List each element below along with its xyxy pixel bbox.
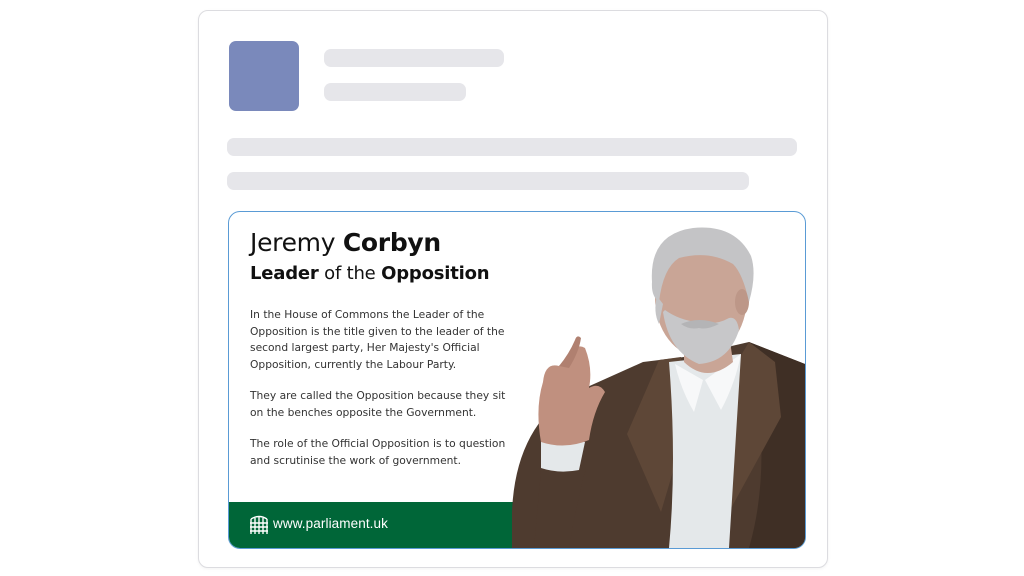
- person-name: Jeremy Corbyn: [250, 228, 441, 257]
- skeleton-text-line: [227, 172, 749, 190]
- description-paragraph: They are called the Opposition because t…: [250, 389, 506, 419]
- info-card: www.parliament.uk Jeremy Corbyn Leader o: [228, 211, 806, 549]
- avatar-placeholder: [229, 41, 299, 111]
- description: In the House of Commons the Leader of th…: [250, 307, 520, 484]
- skeleton-text-line: [227, 138, 797, 156]
- description-paragraph: The role of the Official Opposition is t…: [250, 437, 506, 467]
- skeleton-title-line: [324, 49, 504, 67]
- person-role: Leader of the Opposition: [250, 263, 490, 284]
- skeleton-subtitle-line: [324, 83, 466, 101]
- description-paragraph: In the House of Commons the Leader of th…: [250, 308, 505, 371]
